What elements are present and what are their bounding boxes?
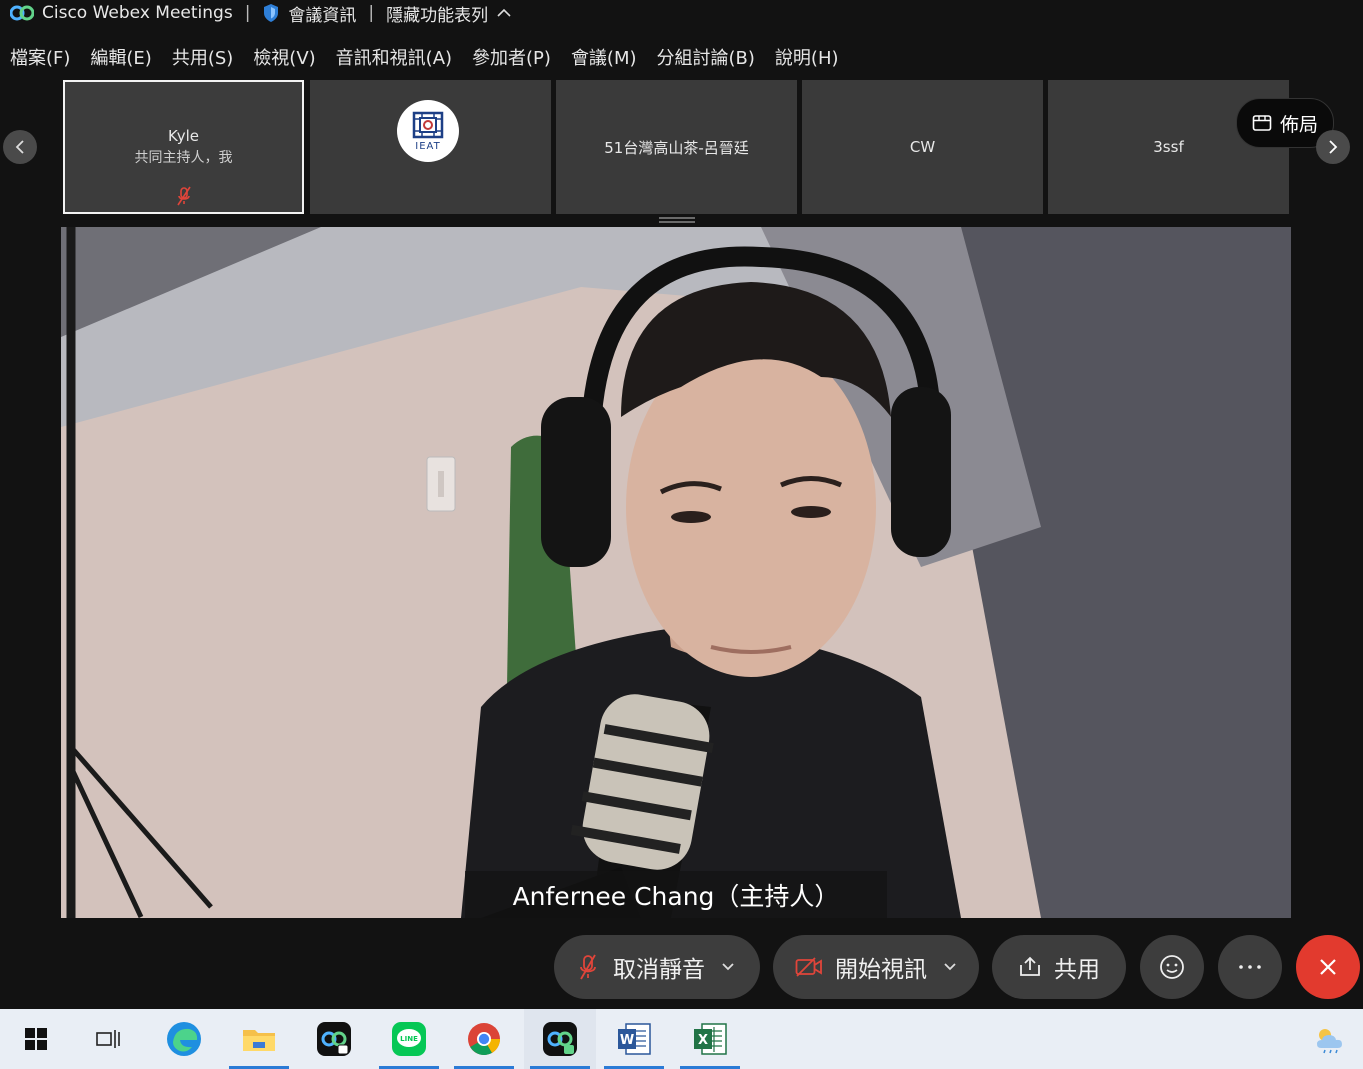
svg-text:LINE: LINE — [400, 1035, 418, 1043]
shield-icon — [264, 4, 279, 22]
menu-participants[interactable]: 參加者(P) — [472, 44, 551, 70]
participant-name: 51台灣高山茶-呂晉廷 — [604, 138, 749, 157]
unmute-button[interactable]: 取消靜音 — [554, 935, 760, 999]
taskbar-weather[interactable] — [1296, 1009, 1363, 1069]
smiley-icon — [1160, 955, 1184, 979]
taskbar-word[interactable]: W — [598, 1009, 670, 1069]
menu-help[interactable]: 說明(H) — [775, 44, 839, 70]
app-title: Cisco Webex Meetings — [42, 3, 233, 23]
menu-meeting[interactable]: 會議(M) — [571, 44, 637, 70]
chevron-left-icon — [15, 140, 24, 154]
taskbar-task-view[interactable] — [72, 1009, 144, 1069]
participant-role: 共同主持人，我 — [134, 150, 233, 166]
filmstrip-next-button[interactable] — [1316, 130, 1350, 164]
participant-tile-lu[interactable]: 51台灣高山茶-呂晉廷 — [556, 80, 797, 214]
svg-text:W: W — [620, 1033, 634, 1048]
taskbar-chrome[interactable] — [448, 1009, 520, 1069]
chevron-down-icon[interactable] — [721, 962, 735, 972]
taskbar-webex-meetings[interactable] — [298, 1009, 370, 1069]
task-view-icon — [96, 1030, 120, 1048]
chevron-up-icon — [497, 8, 511, 17]
chrome-icon — [468, 1023, 501, 1056]
share-button[interactable]: 共用 — [992, 935, 1126, 999]
main-video: Anfernee Chang（主持人） — [61, 227, 1291, 918]
video-frame — [61, 227, 1291, 918]
unmute-label: 取消靜音 — [613, 957, 705, 983]
muted-mic-icon — [580, 954, 596, 980]
weather-icon — [1316, 1029, 1342, 1054]
close-icon — [1320, 959, 1336, 975]
meeting-info-button[interactable]: 會議資訊 — [262, 1, 356, 26]
share-label: 共用 — [1054, 957, 1100, 983]
ieat-logo-icon — [412, 111, 444, 138]
webex-meetings-icon — [317, 1022, 351, 1056]
more-options-button[interactable] — [1218, 935, 1282, 999]
participant-tile-kyle[interactable]: Kyle 共同主持人，我 — [63, 80, 304, 214]
line-icon: LINE — [392, 1022, 426, 1056]
participant-name: 3ssf — [1153, 138, 1184, 156]
title-bar: Cisco Webex Meetings | 會議資訊 | 隱藏功能表列 — [0, 0, 1363, 26]
filmstrip-prev-button[interactable] — [3, 130, 37, 164]
excel-icon: X — [694, 1023, 727, 1055]
taskbar-start-button[interactable] — [0, 1009, 72, 1069]
windows-logo-icon — [25, 1028, 47, 1050]
active-speaker-label: Anfernee Chang（主持人） — [465, 871, 887, 918]
word-icon: W — [618, 1023, 651, 1055]
title-separator-2: | — [368, 3, 375, 23]
menu-file[interactable]: 檔案(F) — [10, 44, 70, 70]
svg-text:X: X — [698, 1033, 708, 1048]
taskbar-edge[interactable] — [148, 1009, 220, 1069]
taskbar-webex[interactable] — [524, 1009, 596, 1069]
participant-name: CW — [909, 138, 936, 156]
windows-taskbar: LINE W X — [0, 1009, 1363, 1069]
taskbar-line[interactable]: LINE — [373, 1009, 445, 1069]
meeting-info-label: 會議資訊 — [288, 5, 357, 26]
taskbar-file-explorer[interactable] — [223, 1009, 295, 1069]
participant-tile-ieat[interactable]: IEAT — [310, 80, 551, 214]
share-icon — [1020, 956, 1040, 976]
speaker-name: Anfernee Chang（主持人） — [512, 881, 840, 911]
menu-bar: 檔案(F) 編輯(E) 共用(S) 檢視(V) 音訊和視訊(A) 參加者(P) … — [0, 40, 849, 74]
hide-menu-bar-button[interactable]: 隱藏功能表列 — [386, 1, 512, 26]
title-separator: | — [244, 3, 251, 23]
layout-label: 佈局 — [1279, 113, 1318, 136]
menu-share[interactable]: 共用(S) — [172, 44, 233, 70]
participant-tile-cw[interactable]: CW — [802, 80, 1043, 214]
participant-avatar: IEAT — [397, 100, 459, 162]
muted-mic-icon — [176, 186, 191, 206]
ellipsis-icon — [1239, 965, 1261, 969]
avatar-text: IEAT — [415, 140, 441, 152]
participant-name: Kyle — [167, 127, 200, 145]
start-video-label: 開始視訊 — [835, 957, 927, 983]
taskbar-excel[interactable]: X — [674, 1009, 746, 1069]
video-off-icon — [795, 957, 822, 977]
hide-menu-bar-label: 隱藏功能表列 — [386, 5, 489, 26]
chevron-right-icon — [1329, 140, 1338, 154]
start-video-button[interactable]: 開始視訊 — [773, 935, 979, 999]
webex-logo-icon — [10, 5, 34, 21]
folder-icon — [243, 1030, 275, 1051]
webex-icon — [543, 1022, 577, 1056]
layout-icon — [1252, 115, 1272, 131]
menu-view[interactable]: 檢視(V) — [253, 44, 315, 70]
reactions-button[interactable] — [1140, 935, 1204, 999]
menu-breakout[interactable]: 分組討論(B) — [657, 44, 755, 70]
menu-audio-video[interactable]: 音訊和視訊(A) — [336, 44, 452, 70]
resize-handle[interactable] — [659, 217, 695, 223]
edge-icon — [167, 1022, 201, 1056]
leave-meeting-button[interactable] — [1296, 935, 1360, 999]
menu-edit[interactable]: 編輯(E) — [90, 44, 151, 70]
chevron-down-icon[interactable] — [943, 962, 957, 972]
